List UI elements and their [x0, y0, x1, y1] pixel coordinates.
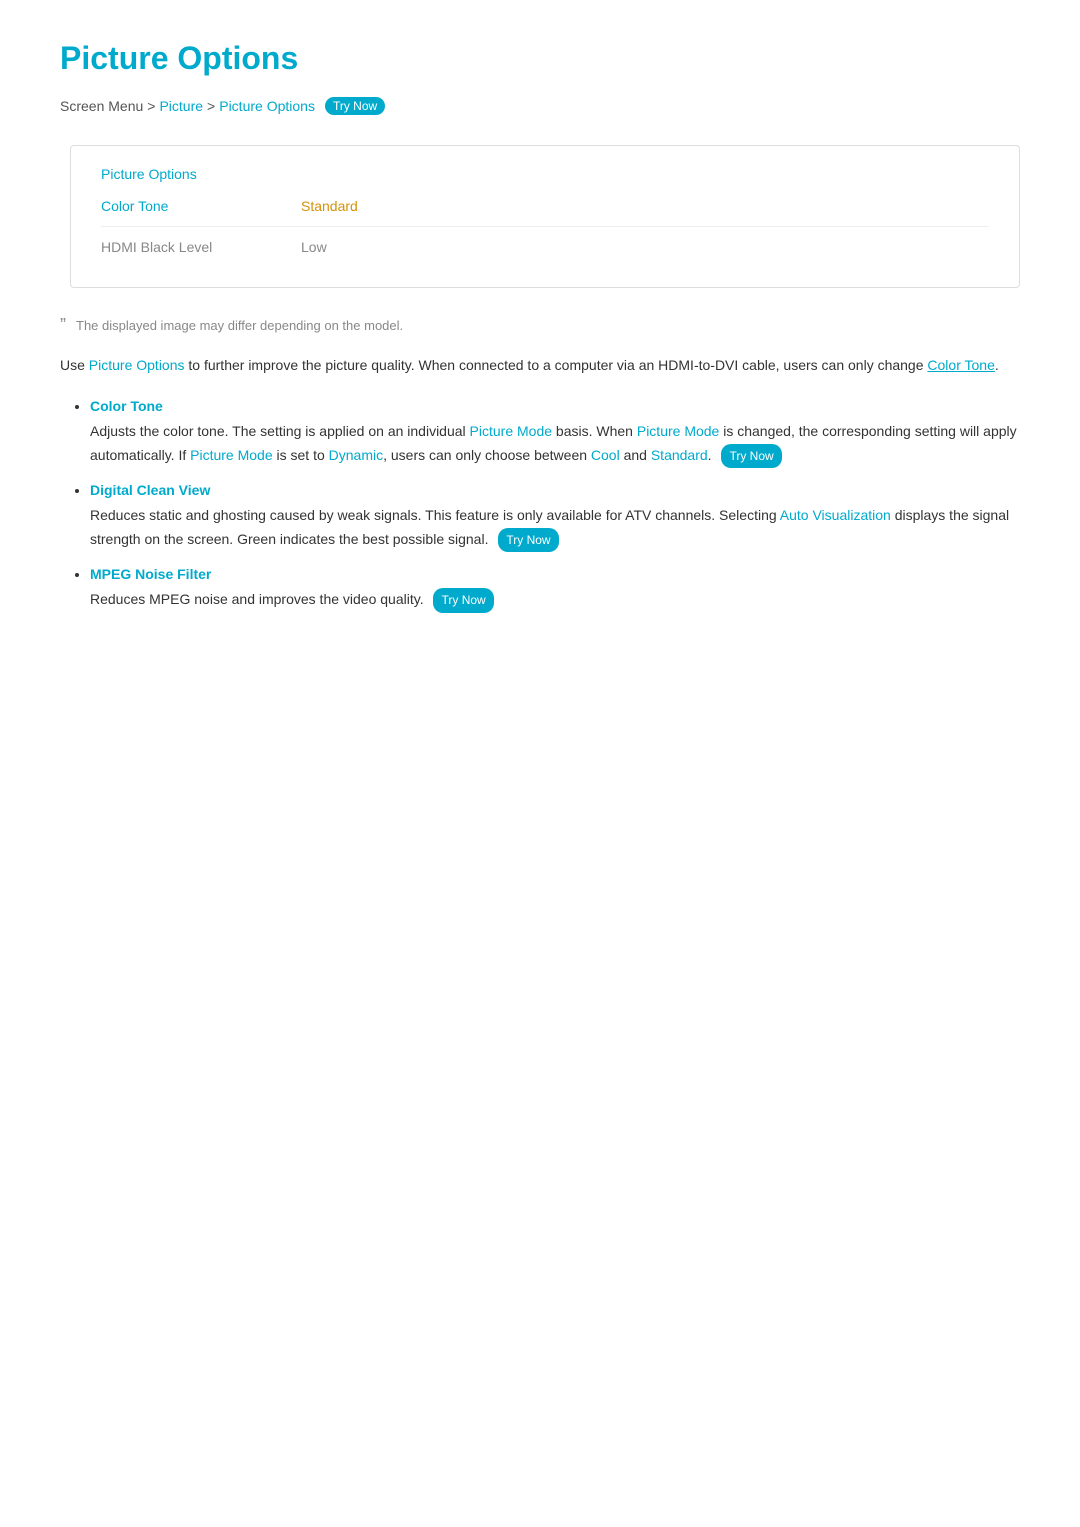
cool-link[interactable]: Cool	[591, 447, 620, 463]
breadcrumb-separator-1: >	[147, 98, 155, 114]
breadcrumb-screen-menu: Screen Menu	[60, 98, 143, 114]
picture-mode-link-3[interactable]: Picture Mode	[190, 447, 272, 463]
settings-section-title: Picture Options	[101, 166, 989, 182]
content-list: Color Tone Adjusts the color tone. The s…	[60, 398, 1020, 613]
standard-link[interactable]: Standard	[651, 447, 708, 463]
hdmi-black-level-value: Low	[301, 239, 327, 255]
breadcrumb-separator-2: >	[207, 98, 215, 114]
picture-mode-link-1[interactable]: Picture Mode	[470, 423, 552, 439]
settings-box: Picture Options Color Tone Standard HDMI…	[70, 145, 1020, 288]
color-tone-try-now[interactable]: Try Now	[721, 444, 781, 468]
hdmi-black-level-label[interactable]: HDMI Black Level	[101, 239, 301, 255]
breadcrumb-picture-options[interactable]: Picture Options	[219, 98, 315, 114]
color-tone-item-body: Adjusts the color tone. The setting is a…	[90, 420, 1020, 468]
color-tone-item-title[interactable]: Color Tone	[90, 398, 1020, 414]
digital-clean-try-now[interactable]: Try Now	[498, 528, 558, 552]
color-tone-row: Color Tone Standard	[101, 198, 989, 214]
settings-divider	[101, 226, 989, 227]
mpeg-noise-filter-title[interactable]: MPEG Noise Filter	[90, 566, 1020, 582]
dynamic-link[interactable]: Dynamic	[329, 447, 383, 463]
mpeg-noise-try-now[interactable]: Try Now	[433, 588, 493, 612]
body-paragraph: Use Picture Options to further improve t…	[60, 354, 1020, 378]
note-text: The displayed image may differ depending…	[76, 318, 403, 333]
list-item-mpeg-noise-filter: MPEG Noise Filter Reduces MPEG noise and…	[90, 566, 1020, 612]
digital-clean-view-body: Reduces static and ghosting caused by we…	[90, 504, 1020, 552]
color-tone-label[interactable]: Color Tone	[101, 198, 301, 214]
breadcrumb-picture[interactable]: Picture	[159, 98, 203, 114]
digital-clean-view-title[interactable]: Digital Clean View	[90, 482, 1020, 498]
color-tone-link[interactable]: Color Tone	[927, 357, 994, 373]
breadcrumb-try-now-badge[interactable]: Try Now	[325, 97, 385, 115]
note-section: ” The displayed image may differ dependi…	[60, 318, 1020, 334]
picture-mode-link-2[interactable]: Picture Mode	[637, 423, 719, 439]
page-title: Picture Options	[60, 40, 1020, 77]
quote-mark: ”	[60, 316, 66, 334]
hdmi-black-level-row: HDMI Black Level Low	[101, 239, 989, 255]
mpeg-noise-filter-body: Reduces MPEG noise and improves the vide…	[90, 588, 1020, 612]
picture-options-link[interactable]: Picture Options	[89, 357, 185, 373]
breadcrumb: Screen Menu > Picture > Picture Options …	[60, 97, 1020, 115]
color-tone-value: Standard	[301, 198, 358, 214]
list-item-digital-clean-view: Digital Clean View Reduces static and gh…	[90, 482, 1020, 552]
auto-visualization-link[interactable]: Auto Visualization	[780, 507, 891, 523]
list-item-color-tone: Color Tone Adjusts the color tone. The s…	[90, 398, 1020, 468]
